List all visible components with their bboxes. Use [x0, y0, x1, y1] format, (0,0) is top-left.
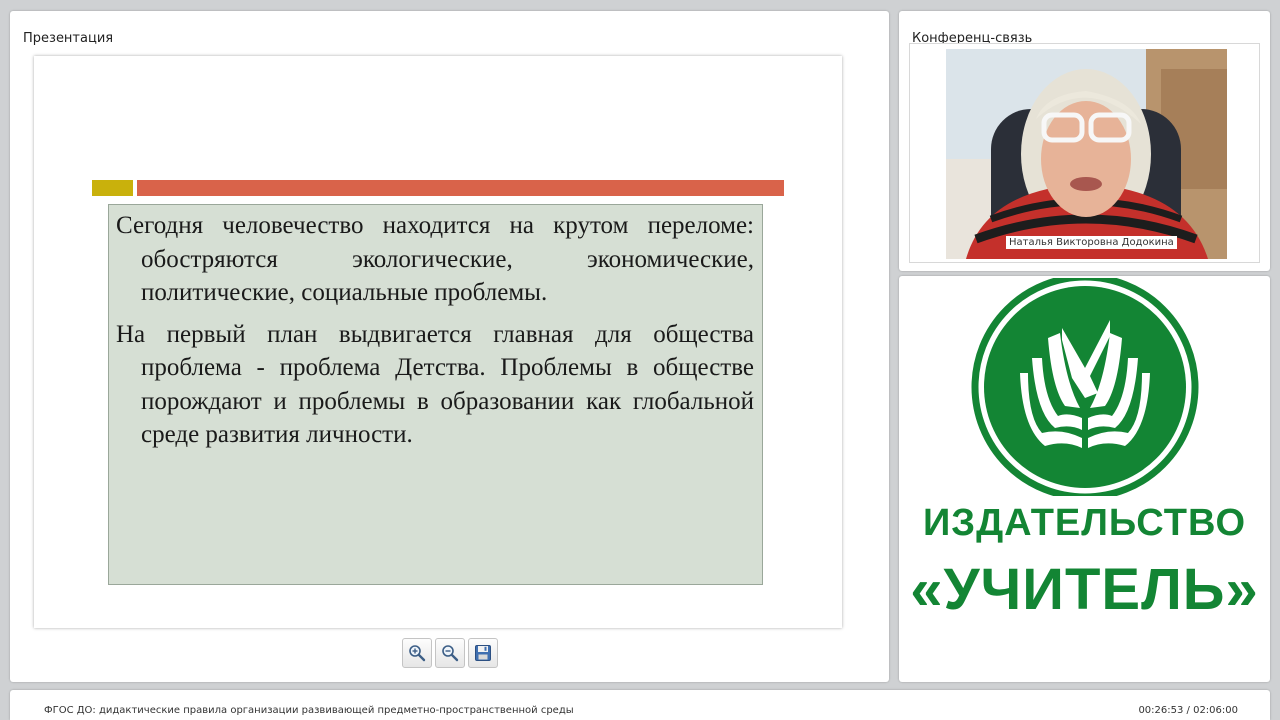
publisher-logo-panel: ИЗДАТЕЛЬСТВО «УЧИТЕЛЬ» [899, 276, 1270, 682]
presentation-panel-title: Презентация [23, 31, 114, 46]
presentation-slide: Сегодня человечество находится на крутом… [34, 56, 842, 628]
slide-text-box: Сегодня человечество находится на крутом… [108, 204, 763, 585]
status-bar: ФГОС ДО: дидактические правила организац… [10, 690, 1270, 720]
webinar-title: ФГОС ДО: дидактические правила организац… [44, 705, 574, 716]
publisher-word: ИЗДАТЕЛЬСТВО [922, 502, 1247, 544]
publisher-logo-emblem [971, 278, 1199, 496]
presentation-panel: Презентация Сегодня человечество находит… [10, 11, 889, 682]
magnifier-minus-icon [442, 645, 459, 662]
slide-accent-bar-yellow [92, 180, 133, 196]
slide-paragraph-1: Сегодня человечество находится на крутом… [116, 212, 754, 306]
magnifier-plus-icon [409, 645, 426, 662]
participant-video[interactable]: Наталья Викторовна Додокина [946, 49, 1227, 259]
conference-panel: Конференц-связь Наталья Викторовна Додок… [899, 11, 1270, 271]
zoom-in-button[interactable] [402, 638, 432, 668]
participant-silhouette [946, 49, 1227, 259]
playback-time: 00:26:53 / 02:06:00 [1138, 705, 1238, 716]
floppy-disk-icon [475, 645, 491, 661]
zoom-out-button[interactable] [435, 638, 465, 668]
video-frame: Наталья Викторовна Додокина [909, 43, 1260, 263]
slide-toolbar [402, 638, 498, 668]
participant-name-tag: Наталья Викторовна Додокина [1006, 236, 1177, 249]
save-button[interactable] [468, 638, 498, 668]
slide-paragraph-2: На первый план выдвигается главная для о… [116, 320, 754, 449]
publisher-name: «УЧИТЕЛЬ» [910, 557, 1259, 622]
slide-accent-bar-orange [137, 180, 784, 196]
